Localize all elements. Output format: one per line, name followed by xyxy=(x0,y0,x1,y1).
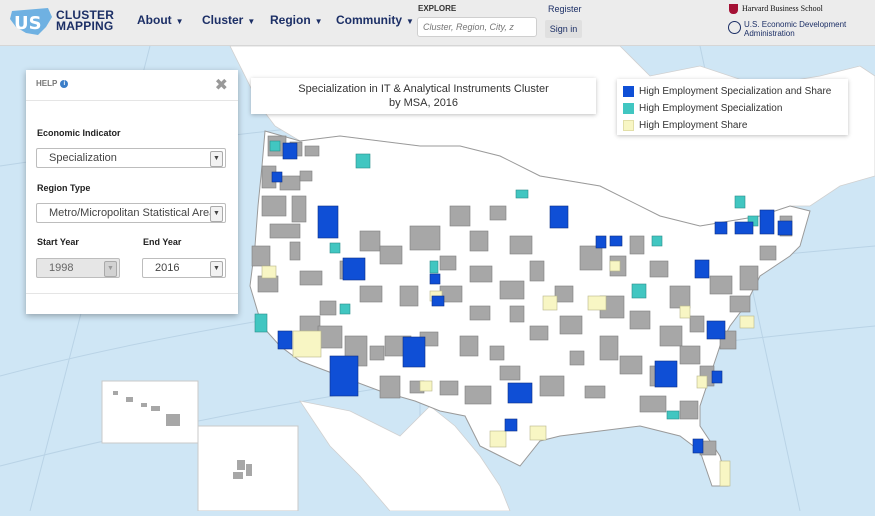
hbs-logo[interactable]: Harvard Business School xyxy=(729,4,823,15)
map-title: Specialization in IT & Analytical Instru… xyxy=(251,78,596,114)
help-header: HELP i ✖ xyxy=(26,70,238,101)
help-title: HELP i xyxy=(36,79,69,88)
legend-item: High Employment Specialization xyxy=(623,100,842,117)
map-title-line2: by MSA, 2016 xyxy=(388,97,459,109)
menu-community-label: Community xyxy=(336,13,402,27)
logo-text: CLUSTER MAPPING xyxy=(56,9,114,33)
legend-label: High Employment Specialization xyxy=(639,103,783,114)
caret-down-icon: ▼ xyxy=(406,17,414,26)
menu-region[interactable]: Region ▼ xyxy=(270,13,323,27)
top-nav: US CLUSTER MAPPING About ▼ Cluster ▼ Regio… xyxy=(0,0,875,46)
help-divider xyxy=(26,293,238,294)
region-type-label: Region Type xyxy=(37,183,91,193)
legend-swatch-blue xyxy=(623,86,634,97)
legend-label: High Employment Specialization and Share xyxy=(639,86,832,97)
chevron-down-icon: ▼ xyxy=(210,151,223,167)
legend-item: High Employment Specialization and Share xyxy=(623,83,842,100)
legend-swatch-teal xyxy=(623,103,634,114)
register-link[interactable]: Register xyxy=(548,4,582,14)
start-year-select[interactable]: 1998 ▼ xyxy=(36,258,120,278)
explore-label: EXPLORE xyxy=(418,4,457,13)
caret-down-icon: ▼ xyxy=(247,17,256,26)
eda-line1: U.S. Economic Development xyxy=(744,20,847,29)
menu-community[interactable]: Community ▼ xyxy=(336,13,414,27)
legend-swatch-yellow xyxy=(623,120,634,131)
caret-down-icon: ▼ xyxy=(314,17,323,26)
menu-cluster[interactable]: Cluster ▼ xyxy=(202,13,255,27)
indicator-label: Economic Indicator xyxy=(37,128,121,138)
caret-down-icon: ▼ xyxy=(175,17,184,26)
legend-label: High Employment Share xyxy=(639,120,748,131)
end-year-value: 2016 xyxy=(155,262,180,274)
chevron-down-icon: ▼ xyxy=(104,261,117,277)
info-icon[interactable]: i xyxy=(60,79,69,88)
chevron-down-icon: ▼ xyxy=(210,206,223,222)
hbs-shield-icon xyxy=(729,4,738,15)
menu-cluster-label: Cluster xyxy=(202,13,244,27)
end-year-select[interactable]: 2016 ▼ xyxy=(142,258,226,278)
close-icon[interactable]: ✖ xyxy=(215,75,228,95)
start-year-label: Start Year xyxy=(37,237,79,247)
menu-region-label: Region xyxy=(270,13,311,27)
map-title-line1: Specialization in IT & Analytical Instru… xyxy=(298,83,549,95)
menu-about-label: About xyxy=(137,13,172,27)
indicator-select[interactable]: Specialization ▼ xyxy=(36,148,226,168)
help-panel: HELP i ✖ Economic Indicator Specializatio… xyxy=(26,70,238,314)
eda-seal-icon xyxy=(728,21,741,34)
start-year-value: 1998 xyxy=(49,262,74,274)
legend-item: High Employment Share xyxy=(623,117,842,134)
eda-line2: Administration xyxy=(744,29,795,38)
logo-line2: MAPPING xyxy=(56,19,114,33)
region-type-value: Metro/Micropolitan Statistical Area xyxy=(49,207,216,219)
hbs-text: Harvard Business School xyxy=(742,4,823,13)
map-legend: High Employment Specialization and Share… xyxy=(617,79,848,135)
chevron-down-icon: ▼ xyxy=(210,261,223,277)
explore-search-input[interactable] xyxy=(417,17,537,37)
menu-about[interactable]: About ▼ xyxy=(137,13,184,27)
cluster-mapping-logo[interactable]: US CLUSTER MAPPING xyxy=(8,5,120,39)
svg-text:US: US xyxy=(14,13,42,34)
end-year-label: End Year xyxy=(143,237,182,247)
region-type-select[interactable]: Metro/Micropolitan Statistical Area ▼ xyxy=(36,203,226,223)
hawaii-inset xyxy=(101,380,199,444)
signin-button[interactable]: Sign in xyxy=(545,20,582,38)
us-map-logo-icon: US xyxy=(10,8,52,35)
indicator-value: Specialization xyxy=(49,152,117,164)
